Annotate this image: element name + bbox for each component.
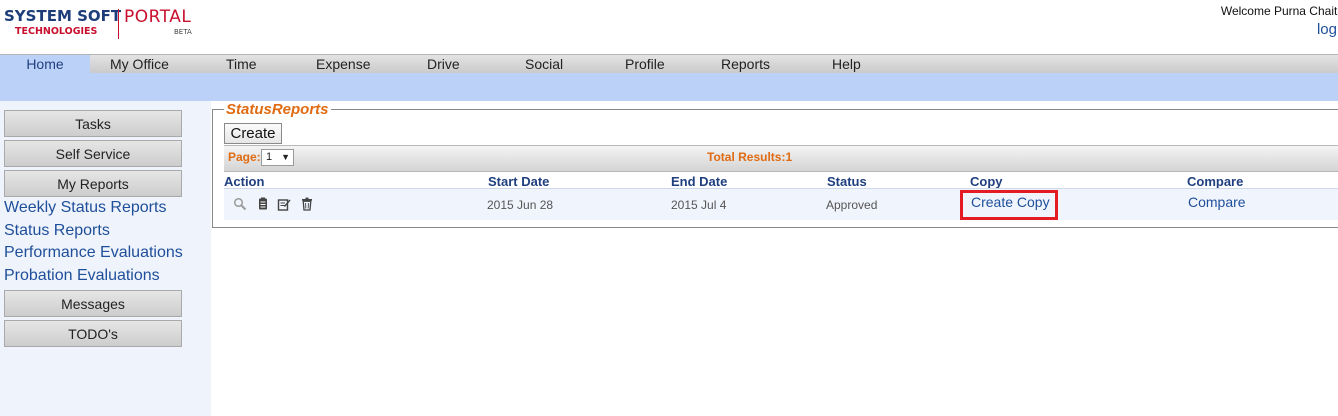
row-status: Approved — [826, 198, 878, 212]
sidebar-self-service-button[interactable]: Self Service — [4, 140, 182, 167]
sidebar-tasks-button[interactable]: Tasks — [4, 110, 182, 137]
row-end-date: 2015 Jul 4 — [671, 198, 727, 212]
logo-separator — [118, 9, 119, 39]
tab-expense[interactable]: Expense — [316, 55, 370, 74]
tab-home[interactable]: Home — [0, 55, 90, 74]
column-header-compare: Compare — [1187, 174, 1244, 189]
sidebar-messages-button[interactable]: Messages — [4, 290, 182, 317]
trash-icon[interactable] — [300, 197, 314, 211]
tab-social[interactable]: Social — [525, 55, 563, 74]
create-button[interactable]: Create — [224, 123, 282, 144]
chevron-down-icon: ▼ — [281, 152, 290, 162]
sidebar-link-status-reports[interactable]: Status Reports — [4, 222, 110, 240]
pagination-bar: Page: 1 ▼ Total Results:1 — [224, 145, 1338, 172]
tab-reports[interactable]: Reports — [721, 55, 770, 74]
row-start-date: 2015 Jun 28 — [487, 198, 554, 212]
panel-title: StatusReports — [224, 101, 331, 118]
logo-beta: BETA — [174, 28, 192, 36]
column-header-status[interactable]: Status — [827, 174, 867, 189]
column-header-end-date[interactable]: End Date — [671, 174, 727, 189]
column-header-start-date[interactable]: Start Date — [488, 174, 549, 189]
sidebar-my-reports-button[interactable]: My Reports — [4, 170, 182, 197]
tab-profile[interactable]: Profile — [625, 55, 665, 74]
create-copy-highlight — [960, 190, 1058, 220]
tab-time[interactable]: Time — [226, 55, 257, 74]
header: SYSTEM SOFT TECHNOLOGIES PORTAL BETA Wel… — [0, 0, 1338, 54]
logo-primary: SYSTEM SOFT — [4, 7, 122, 25]
page-select-value: 1 — [266, 151, 273, 163]
column-header-copy: Copy — [970, 174, 1003, 189]
page-select[interactable]: 1 ▼ — [261, 149, 294, 166]
page-label: Page: — [228, 150, 261, 164]
logo-portal: PORTAL — [124, 7, 192, 27]
total-results: Total Results:1 — [707, 150, 793, 164]
logout-link[interactable]: log — [1317, 21, 1337, 38]
tab-help[interactable]: Help — [832, 55, 861, 74]
tab-drive[interactable]: Drive — [427, 55, 460, 74]
logo-secondary: TECHNOLOGIES — [15, 26, 98, 37]
edit-icon[interactable] — [277, 197, 291, 211]
search-icon[interactable] — [233, 197, 247, 211]
sidebar-link-probation-evaluations[interactable]: Probation Evaluations — [4, 267, 160, 285]
compare-link[interactable]: Compare — [1188, 194, 1246, 210]
sidebar-link-performance-evaluations[interactable]: Performance Evaluations — [4, 244, 183, 262]
sub-nav-bar — [0, 73, 1338, 101]
welcome-text: Welcome Purna Chaita — [1220, 4, 1338, 18]
document-icon[interactable] — [256, 197, 270, 211]
sidebar-todos-button[interactable]: TODO's — [4, 320, 182, 347]
column-header-action: Action — [224, 174, 265, 189]
table-row — [224, 189, 1338, 220]
tab-my-office[interactable]: My Office — [110, 55, 169, 74]
sidebar-link-weekly-status-reports[interactable]: Weekly Status Reports — [4, 199, 166, 217]
main-nav: Home My Office Time Expense Drive Social… — [0, 54, 1338, 74]
